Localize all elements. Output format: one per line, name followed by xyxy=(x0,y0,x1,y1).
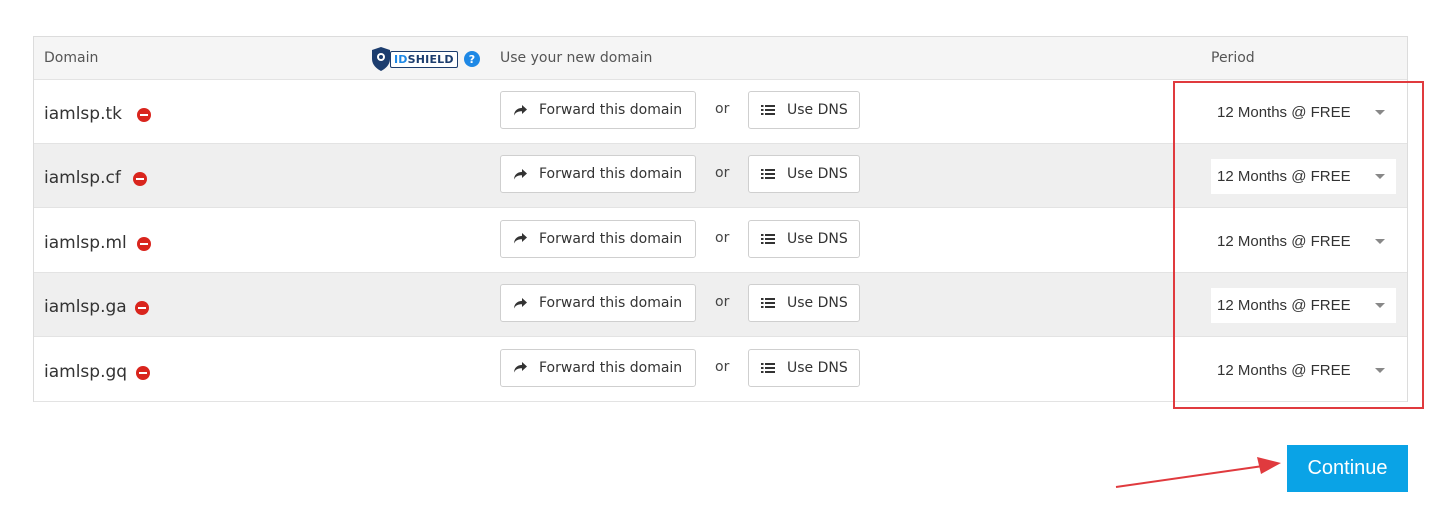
help-icon[interactable]: ? xyxy=(464,51,480,67)
period-selected-value: 12 Months @ FREE xyxy=(1217,297,1351,315)
list-icon xyxy=(761,104,777,116)
period-selected-value: 12 Months @ FREE xyxy=(1217,168,1351,186)
caret-down-icon xyxy=(1375,174,1385,180)
forward-domain-label: Forward this domain xyxy=(539,102,683,118)
domain-name: iamlsp.gq xyxy=(44,361,128,382)
caret-down-icon xyxy=(1375,303,1385,309)
use-dns-button[interactable]: Use DNS xyxy=(748,219,860,258)
domain-name: iamlsp.cf xyxy=(44,168,121,189)
use-dns-button[interactable]: Use DNS xyxy=(748,155,860,194)
domain-name: iamlsp.ga xyxy=(44,297,127,318)
continue-button[interactable]: Continue xyxy=(1287,445,1408,492)
table-row: iamlsp.cf Forward this domain or Use DNS… xyxy=(34,144,1407,209)
forward-domain-button[interactable]: Forward this domain xyxy=(500,284,696,323)
forward-domain-label: Forward this domain xyxy=(539,359,683,376)
list-icon xyxy=(761,168,777,180)
idshield-suffix: SHIELD xyxy=(407,52,454,66)
remove-domain-icon[interactable] xyxy=(137,108,151,122)
use-dns-label: Use DNS xyxy=(787,166,848,183)
or-label: or xyxy=(715,294,730,311)
list-icon xyxy=(761,297,777,309)
domain-column-header: Domain xyxy=(44,50,99,66)
forward-domain-button[interactable]: Forward this domain xyxy=(500,91,696,129)
period-column-header: Period xyxy=(1211,50,1255,66)
list-icon xyxy=(761,233,777,245)
use-domain-column-header: Use your new domain xyxy=(500,50,653,66)
shield-icon xyxy=(372,47,390,71)
forward-domain-button[interactable]: Forward this domain xyxy=(500,219,696,258)
caret-down-icon xyxy=(1375,367,1385,373)
or-label: or xyxy=(715,229,730,246)
list-icon xyxy=(761,362,777,374)
table-row: iamlsp.tk Forward this domain or Use DNS… xyxy=(34,80,1407,144)
remove-domain-icon[interactable] xyxy=(136,365,150,380)
domain-name: iamlsp.tk xyxy=(44,104,122,124)
period-selected-value: 12 Months @ FREE xyxy=(1217,232,1351,250)
forward-domain-label: Forward this domain xyxy=(539,230,683,247)
forward-domain-label: Forward this domain xyxy=(539,166,683,183)
or-label: or xyxy=(715,358,730,375)
table-header: Domain IDSHIELD ? Use your new domain Pe… xyxy=(34,37,1407,80)
period-selected-value: 12 Months @ FREE xyxy=(1217,104,1351,121)
share-arrow-icon xyxy=(513,168,529,181)
period-select[interactable]: 12 Months @ FREE xyxy=(1211,352,1396,388)
period-select[interactable]: 12 Months @ FREE xyxy=(1211,288,1396,324)
idshield-wordmark: IDSHIELD xyxy=(390,50,458,68)
table-row: iamlsp.gq Forward this domain or Use DNS… xyxy=(34,338,1407,402)
use-dns-label: Use DNS xyxy=(787,102,848,118)
period-select[interactable]: 12 Months @ FREE xyxy=(1211,95,1396,130)
caret-down-icon xyxy=(1375,110,1385,115)
idshield-logo: IDSHIELD xyxy=(370,45,458,73)
or-label: or xyxy=(715,101,730,117)
use-dns-label: Use DNS xyxy=(787,230,848,247)
remove-domain-icon[interactable] xyxy=(135,301,149,316)
use-dns-label: Use DNS xyxy=(787,295,848,312)
share-arrow-icon xyxy=(513,297,529,310)
use-dns-label: Use DNS xyxy=(787,359,848,376)
forward-domain-button[interactable]: Forward this domain xyxy=(500,155,696,194)
caret-down-icon xyxy=(1375,238,1385,244)
idshield-prefix: ID xyxy=(394,52,408,66)
forward-domain-label: Forward this domain xyxy=(539,295,683,312)
table-row: iamlsp.ga Forward this domain or Use DNS… xyxy=(34,273,1407,338)
or-label: or xyxy=(715,165,730,182)
domain-name: iamlsp.ml xyxy=(44,232,127,253)
share-arrow-icon xyxy=(513,104,529,117)
remove-domain-icon[interactable] xyxy=(137,236,151,251)
share-arrow-icon xyxy=(513,232,529,245)
forward-domain-button[interactable]: Forward this domain xyxy=(500,348,696,387)
domains-table: Domain IDSHIELD ? Use your new domain Pe… xyxy=(33,36,1408,402)
use-dns-button[interactable]: Use DNS xyxy=(748,348,860,387)
use-dns-button[interactable]: Use DNS xyxy=(748,284,860,323)
period-select[interactable]: 12 Months @ FREE xyxy=(1211,223,1396,259)
table-row: iamlsp.ml Forward this domain or Use DNS… xyxy=(34,209,1407,273)
share-arrow-icon xyxy=(513,361,529,374)
remove-domain-icon[interactable] xyxy=(133,172,147,187)
period-selected-value: 12 Months @ FREE xyxy=(1217,361,1351,379)
period-select[interactable]: 12 Months @ FREE xyxy=(1211,159,1396,195)
use-dns-button[interactable]: Use DNS xyxy=(748,91,860,129)
